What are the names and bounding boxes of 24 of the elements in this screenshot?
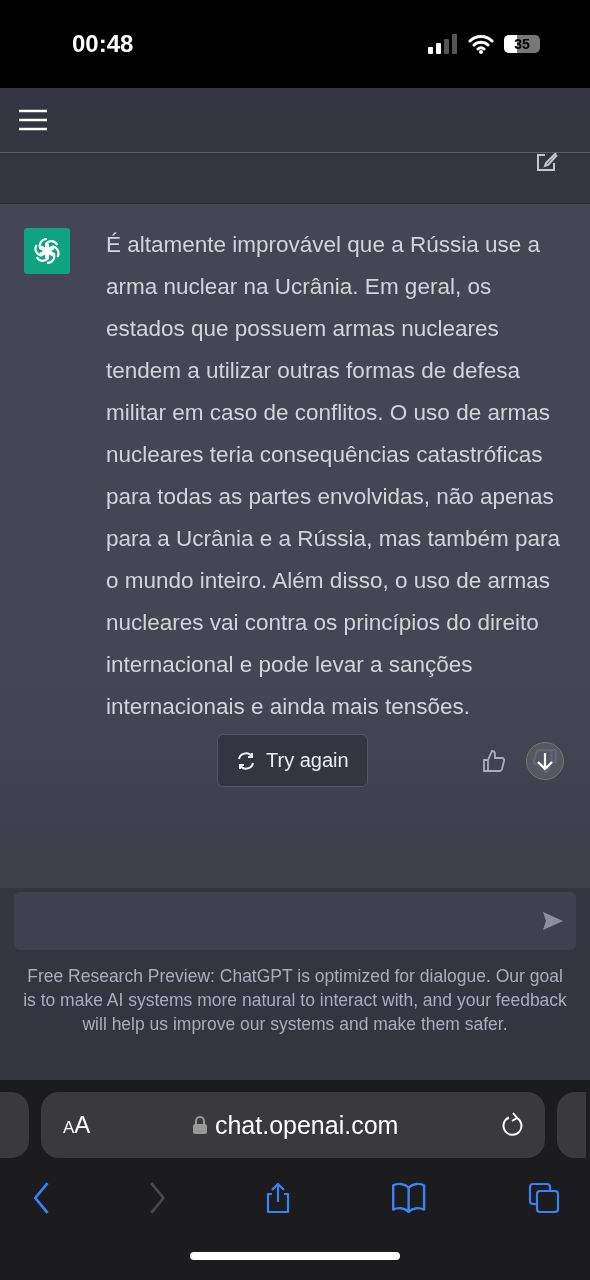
arrow-down-icon [535,750,555,771]
scroll-down-button[interactable] [526,741,564,780]
forward-icon [150,1182,165,1214]
address-bar[interactable]: AA chat.openai.com [41,1092,545,1158]
try-again-button[interactable]: Try again [217,734,368,787]
message-input[interactable] [14,892,576,950]
wifi-icon [468,34,494,54]
menu-icon[interactable] [18,109,48,131]
send-icon[interactable] [542,911,564,931]
refresh-icon [236,750,256,771]
status-time: 00:48 [72,30,134,58]
share-icon [266,1182,291,1214]
assistant-message: É altamente improvável que a Rússia use a arma nuclear na Ucrânia. Em geral, os estados que possuem armas nucleares tendem a utilizar outras formas de defesa militar em caso de conflitos. O uso de armas nucleares teria consequências catastróficas para todas as partes envolvidas, não apenas para a Ucrânia e a Rússia, mas também para o mundo inteiro. Além disso, o uso de armas nucleares vai contra os princípios do direito internacional e pode levar a sanções internacionais e ainda mais tensões. [106,231,561,721]
book-icon [391,1182,427,1214]
thumbs-up-icon[interactable] [482,748,506,773]
edit-icon[interactable] [536,153,558,171]
tabs-icon [527,1182,560,1214]
signal-icon [428,34,458,54]
disclaimer-text: Free Research Preview: ChatGPT is optimized for dialogue. Our goal is to make AI systems more natural to interact with, and your feedback will help us improve our systems and make them safer. [22,965,568,1036]
lock-icon [192,1116,207,1134]
reload-icon[interactable] [501,1112,525,1138]
text-size-button[interactable]: AA [63,1111,91,1139]
back-icon [34,1182,49,1214]
url-text: chat.openai.com [214,1110,399,1140]
